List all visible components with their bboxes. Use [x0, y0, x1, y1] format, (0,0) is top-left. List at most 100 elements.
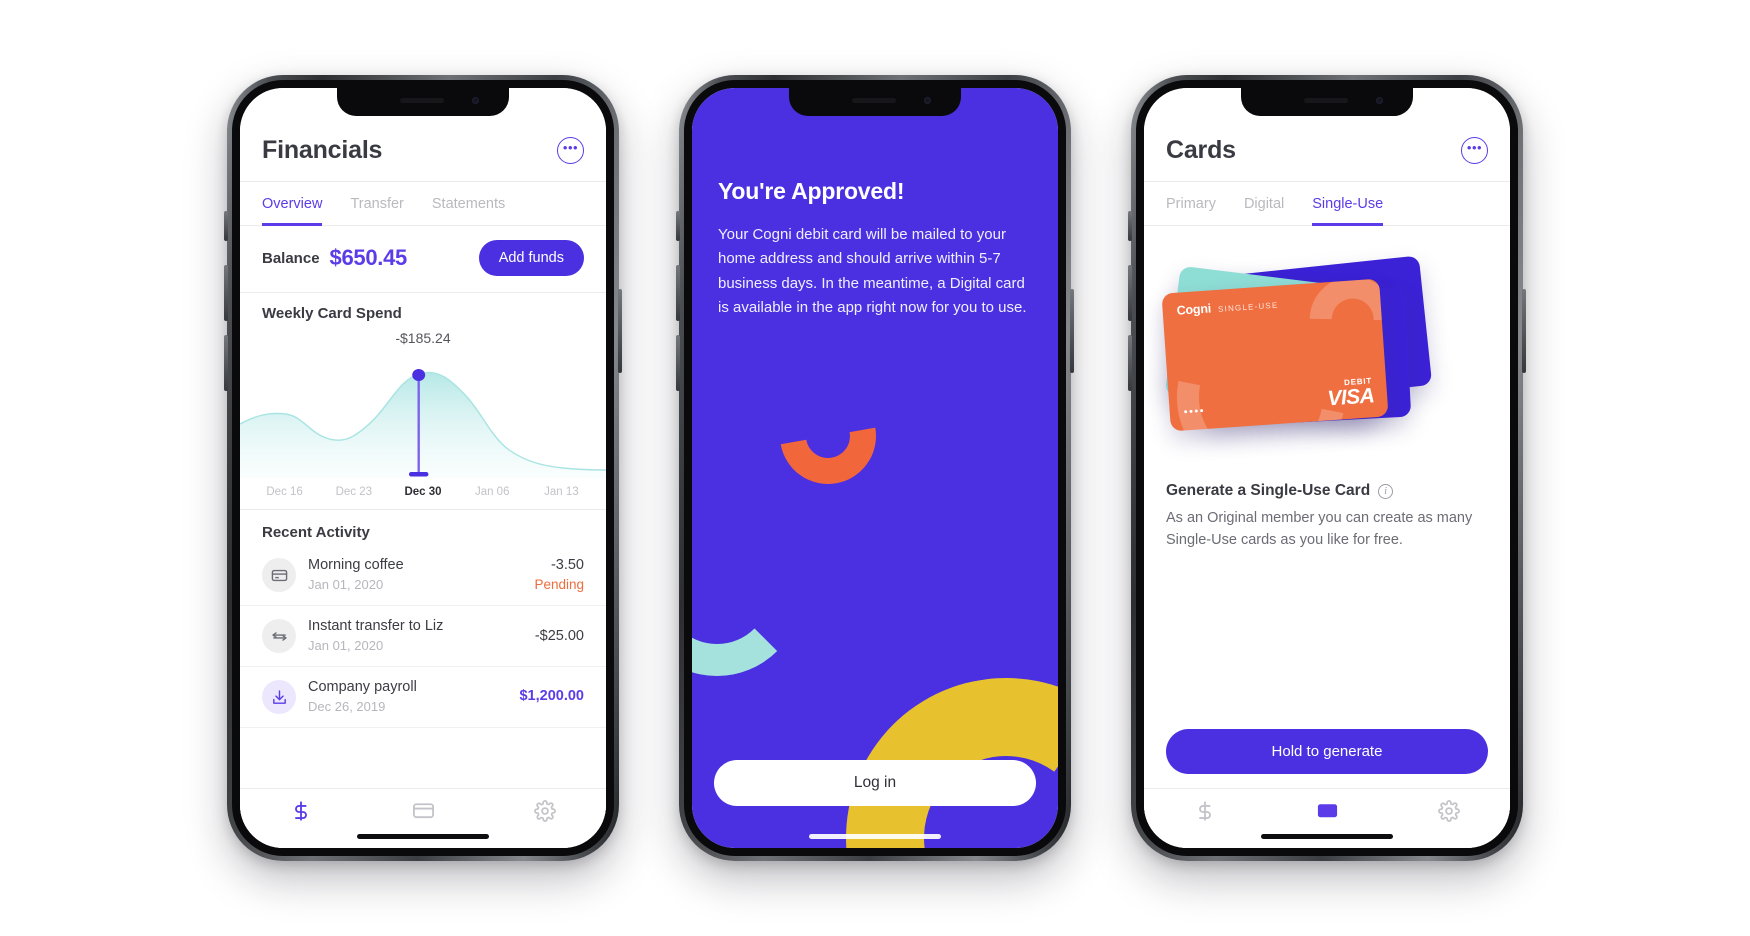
- x-tick-3: Jan 06: [474, 486, 510, 498]
- volume-up-button[interactable]: [676, 265, 680, 321]
- approved-screen: You're Approved! Your Cogni debit card w…: [692, 88, 1058, 848]
- orange-arc-decoration: [761, 369, 895, 503]
- transaction-amount: $1,200.00: [519, 688, 584, 705]
- phone-approved: You're Approved! Your Cogni debit card w…: [676, 75, 1074, 861]
- financials-screen: Financials ••• Overview Transfer Stateme…: [240, 88, 606, 848]
- tab-cards[interactable]: [362, 799, 484, 822]
- transaction-date: Jan 01, 2020: [308, 576, 384, 592]
- deposit-icon: [262, 680, 296, 715]
- transaction-name: Company payroll: [308, 679, 417, 696]
- list-item-text: Morning coffee Jan 01, 2020: [308, 556, 522, 594]
- mute-switch[interactable]: [224, 211, 228, 241]
- balance-value: $650.45: [329, 245, 408, 270]
- list-item-amount: -$25.00: [535, 627, 584, 647]
- tab-cards[interactable]: [1266, 799, 1388, 822]
- status-badge: Pending: [534, 576, 584, 592]
- chart-title: Weekly Card Spend: [262, 305, 402, 322]
- list-item-text: Instant transfer to Liz Jan 01, 2020: [308, 617, 523, 655]
- approved-title: You're Approved!: [718, 178, 905, 204]
- ellipsis-icon[interactable]: •••: [1461, 137, 1488, 164]
- phone-screen-1: Financials ••• Overview Transfer Stateme…: [240, 88, 606, 848]
- recent-activity-title: Recent Activity: [262, 524, 370, 541]
- add-funds-button[interactable]: Add funds: [478, 240, 584, 276]
- volume-down-button[interactable]: [676, 335, 680, 391]
- transaction-amount: -3.50: [550, 557, 584, 573]
- volume-up-button[interactable]: [1128, 265, 1132, 321]
- tab-settings[interactable]: [1388, 799, 1510, 822]
- earpiece-speaker: [400, 98, 445, 103]
- hold-to-generate-button[interactable]: Hold to generate: [1166, 729, 1488, 774]
- phone-screen-2: You're Approved! Your Cogni debit card w…: [692, 88, 1058, 848]
- mute-switch[interactable]: [676, 211, 680, 241]
- tab-digital[interactable]: Digital: [1244, 182, 1284, 226]
- chart-plot-area[interactable]: -$185.24: [240, 330, 606, 478]
- front-camera-icon: [924, 97, 931, 104]
- list-item-amount: $1,200.00: [519, 687, 584, 707]
- cards-tabs: Primary Digital Single-Use: [1144, 181, 1510, 226]
- info-icon[interactable]: i: [1378, 483, 1394, 499]
- transfer-icon: [262, 619, 296, 654]
- tab-overview[interactable]: Overview: [262, 182, 323, 226]
- notch: [1241, 88, 1413, 116]
- cards-screen: Cards ••• Primary Digital Single-Use Cog…: [1144, 88, 1510, 848]
- bottom-tab-bar: [1144, 788, 1510, 848]
- ellipsis-icon[interactable]: •••: [557, 137, 584, 164]
- list-item-text: Company payroll Dec 26, 2019: [308, 678, 507, 716]
- screenshot-stage: Financials ••• Overview Transfer Stateme…: [0, 0, 1750, 936]
- tab-transfer[interactable]: Transfer: [350, 182, 403, 226]
- card-stack[interactable]: Cogni SINGLE-USE •••• DEBIT VISA: [1144, 248, 1510, 478]
- tab-financials[interactable]: [1144, 800, 1266, 822]
- volume-up-button[interactable]: [224, 265, 228, 321]
- yellow-arc-decoration: [822, 654, 1058, 848]
- visa-logo: VISA: [1326, 384, 1375, 411]
- list-item-amount: -3.50 Pending: [534, 556, 584, 594]
- chart-data-point: [412, 369, 426, 381]
- single-use-card[interactable]: Cogni SINGLE-USE •••• DEBIT VISA: [1161, 278, 1389, 432]
- table-row[interactable]: Morning coffee Jan 01, 2020 -3.50 Pendin…: [240, 545, 606, 607]
- front-camera-icon: [472, 97, 479, 104]
- card-number-mask: ••••: [1183, 405, 1206, 419]
- power-button[interactable]: [618, 289, 622, 373]
- transaction-name: Morning coffee: [308, 557, 404, 574]
- table-row[interactable]: Instant transfer to Liz Jan 01, 2020 -$2…: [240, 606, 606, 668]
- transaction-name: Instant transfer to Liz: [308, 618, 444, 635]
- login-button[interactable]: Log in: [714, 760, 1036, 806]
- chart-svg: [240, 369, 606, 478]
- chart-value-label: -$185.24: [395, 330, 451, 346]
- x-tick-2: Dec 30: [404, 486, 442, 498]
- chart-indicator-base: [409, 472, 429, 477]
- notch: [337, 88, 509, 116]
- volume-down-button[interactable]: [224, 335, 228, 391]
- tab-statements[interactable]: Statements: [432, 182, 505, 226]
- table-row[interactable]: Company payroll Dec 26, 2019 $1,200.00: [240, 667, 606, 728]
- tab-primary[interactable]: Primary: [1166, 182, 1216, 226]
- recent-activity-list: Recent Activity Morning coffee Jan 01, 2…: [240, 510, 606, 788]
- tab-settings[interactable]: [484, 799, 606, 822]
- notch: [789, 88, 961, 116]
- transaction-amount: -$25.00: [534, 627, 584, 644]
- x-tick-0: Dec 16: [266, 486, 303, 498]
- phone-financials: Financials ••• Overview Transfer Stateme…: [224, 75, 622, 861]
- earpiece-speaker: [1304, 98, 1349, 103]
- home-indicator: [357, 834, 489, 839]
- mute-switch[interactable]: [1128, 211, 1132, 241]
- chart-area-fill: [240, 372, 606, 478]
- tab-financials[interactable]: [240, 800, 362, 822]
- home-indicator: [1261, 834, 1393, 839]
- front-camera-icon: [1376, 97, 1383, 104]
- card-brand: Cogni: [1176, 301, 1212, 318]
- approved-content: You're Approved! Your Cogni debit card w…: [692, 88, 1058, 320]
- volume-down-button[interactable]: [1128, 335, 1132, 391]
- balance-row: Balance $650.45 Add funds: [240, 226, 606, 293]
- weekly-card-spend-chart: Weekly Card Spend -$185.24 Dec 16 Dec 23…: [240, 293, 606, 510]
- generate-title-row: Generate a Single-Use Card i: [1166, 482, 1488, 500]
- x-tick-1: Dec 23: [335, 486, 373, 498]
- approved-body: Your Cogni debit card will be mailed to …: [718, 226, 1027, 316]
- power-button[interactable]: [1070, 289, 1074, 373]
- phone-cards: Cards ••• Primary Digital Single-Use Cog…: [1128, 75, 1526, 861]
- chart-x-axis: Dec 16 Dec 23 Dec 30 Jan 06 Jan 13: [240, 478, 606, 509]
- tab-single-use[interactable]: Single-Use: [1312, 182, 1384, 226]
- transaction-date: Jan 01, 2020: [308, 638, 384, 654]
- generate-section: Generate a Single-Use Card i As an Origi…: [1144, 478, 1510, 552]
- power-button[interactable]: [1522, 289, 1526, 373]
